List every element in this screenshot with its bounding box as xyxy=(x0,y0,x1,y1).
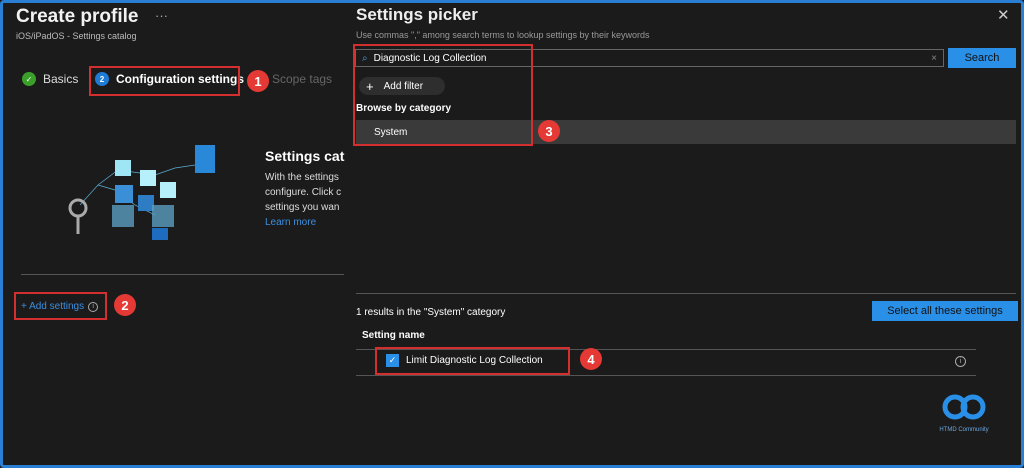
info-icon[interactable]: i xyxy=(955,356,966,367)
htmd-logo: HTMD Community xyxy=(934,392,994,433)
check-icon: ✓ xyxy=(22,72,36,86)
clear-icon[interactable]: × xyxy=(931,53,937,64)
search-button[interactable]: Search xyxy=(948,48,1016,68)
watermark-text: HTMD Community xyxy=(939,427,989,433)
tab-scope-tags[interactable]: Scope tags xyxy=(272,72,332,86)
catalog-heading: Settings cat xyxy=(265,148,345,164)
divider xyxy=(21,274,344,275)
close-icon[interactable]: ✕ xyxy=(997,6,1010,24)
highlight-box xyxy=(353,44,533,146)
annotation-badge: 3 xyxy=(538,120,560,142)
highlight-box xyxy=(14,292,107,320)
more-options-button[interactable]: ··· xyxy=(155,8,168,23)
divider xyxy=(356,375,976,376)
page-subtitle: iOS/iPadOS - Settings catalog xyxy=(16,31,137,41)
picker-title: Settings picker xyxy=(356,5,478,24)
catalog-text: configure. Click c xyxy=(265,187,342,198)
logo-icon xyxy=(942,394,986,420)
tab-label: Scope tags xyxy=(272,72,333,86)
column-header: Setting name xyxy=(362,330,425,341)
catalog-text: With the settings xyxy=(265,172,339,183)
annotation-badge: 1 xyxy=(247,70,269,92)
catalog-text: settings you wan xyxy=(265,202,340,213)
settings-catalog-illustration xyxy=(68,145,215,240)
highlight-box xyxy=(89,66,240,96)
learn-more-link[interactable]: Learn more xyxy=(265,217,316,228)
page-title: Create profile xyxy=(16,6,139,27)
divider xyxy=(356,293,1016,294)
select-all-button[interactable]: Select all these settings xyxy=(872,301,1018,321)
tab-label: Basics xyxy=(43,72,79,86)
picker-hint: Use commas "," among search terms to loo… xyxy=(356,30,650,40)
results-text: 1 results in the "System" category xyxy=(356,307,506,318)
annotation-badge: 4 xyxy=(580,348,602,370)
highlight-box xyxy=(375,347,570,375)
annotation-badge: 2 xyxy=(114,294,136,316)
tab-basics[interactable]: ✓ Basics xyxy=(22,72,78,86)
